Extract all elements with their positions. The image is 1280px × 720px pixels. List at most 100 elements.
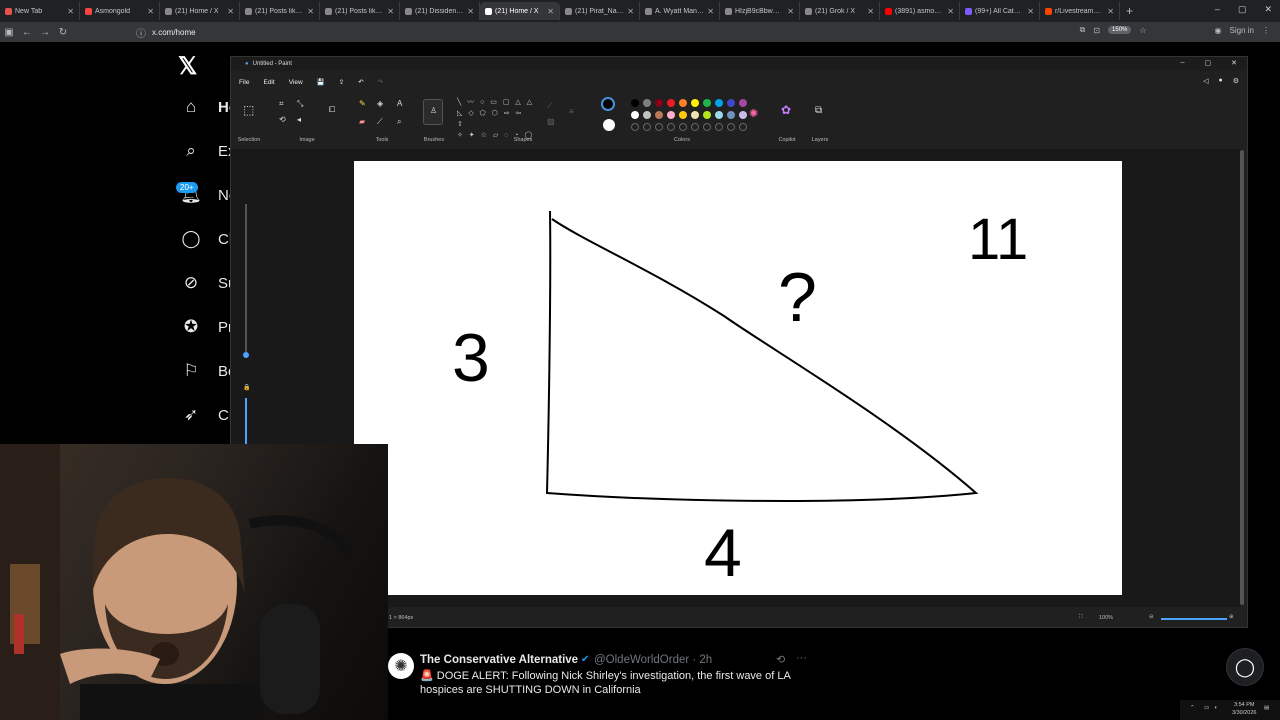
image-tools-icon[interactable]: ⧠ [329, 105, 335, 115]
layers-icon[interactable]: ⧉ [815, 105, 822, 116]
custom-color-slot[interactable] [643, 123, 651, 131]
network-icon[interactable]: ▭ [1204, 705, 1209, 711]
pencil-icon[interactable]: ✎ [359, 99, 366, 108]
tab-close-icon[interactable]: ✕ [67, 7, 74, 16]
browser-tab[interactable]: (99+) All Categorie✕ [960, 2, 1040, 20]
fit-icon[interactable]: ⛶ [1079, 614, 1083, 621]
custom-color-slot[interactable] [631, 123, 639, 131]
color-swatch[interactable] [715, 111, 723, 119]
custom-color-slot[interactable] [655, 123, 663, 131]
clock-date[interactable]: 3/30/2026 [1232, 710, 1256, 716]
color-swatch[interactable] [727, 111, 735, 119]
browser-tab[interactable]: (21) Posts liked by :✕ [240, 2, 320, 20]
menu-view[interactable]: View [289, 79, 303, 86]
text-icon[interactable]: A [397, 99, 402, 108]
color-picker-icon[interactable]: ⟋ [377, 117, 383, 127]
fill-icon[interactable]: ◈ [377, 99, 383, 108]
outline-icon[interactable]: ⟋ [547, 101, 553, 111]
color-swatch[interactable] [655, 99, 663, 107]
x-logo[interactable]: 𝕏 [178, 52, 197, 81]
tab-close-icon[interactable]: ✕ [1107, 7, 1114, 16]
maximize-icon[interactable]: ▢ [1238, 4, 1247, 15]
flip-icon[interactable]: ◂ [297, 115, 301, 124]
reload-icon[interactable]: ↻ [54, 27, 72, 38]
primary-color-swatch[interactable] [601, 97, 615, 111]
tab-close-icon[interactable]: ✕ [1027, 7, 1034, 16]
tray-chevron-icon[interactable]: ⌃ [1190, 705, 1195, 711]
custom-color-slot[interactable] [727, 123, 735, 131]
redo-icon[interactable]: ↷ [378, 78, 383, 86]
browser-tab[interactable]: Asmongold ✕ [80, 2, 160, 20]
account-icon[interactable]: ● [1218, 77, 1222, 85]
color-swatch[interactable] [679, 111, 687, 119]
clock-time[interactable]: 3:54 PM [1234, 702, 1254, 708]
save-icon[interactable]: 💾 [317, 78, 325, 86]
undo-icon[interactable]: ↶ [358, 78, 363, 86]
paint-close-icon[interactable]: ✕ [1231, 59, 1237, 67]
color-swatch[interactable] [691, 99, 699, 107]
tab-close-icon[interactable]: ✕ [707, 7, 714, 16]
shapes-gallery[interactable]: ╲ 〰 ○ ▭ ▢ △ △ ◺ ◇ ⬠ ⬡ ⇨ ⇦ ⇧ ✧ ✦ ☆ ▱ ◌ ◔ ◯ [457, 97, 535, 139]
color-swatch[interactable] [703, 99, 711, 107]
tab-close-icon[interactable]: ✕ [147, 7, 154, 16]
avatar[interactable]: ✺ [388, 653, 414, 679]
fill-style-icon[interactable]: ▨ [547, 117, 555, 126]
sign-in-button[interactable]: Sign in [1230, 26, 1254, 35]
tweet[interactable]: ✺ The Conservative Alternative ✔ @OldeWo… [388, 648, 818, 720]
custom-color-slot[interactable] [739, 123, 747, 131]
chat-fab-icon[interactable]: ◯ [1226, 648, 1264, 686]
zoom-out-icon[interactable]: ⊖ [1149, 614, 1154, 620]
menu-file[interactable]: File [239, 79, 249, 86]
browser-tab[interactable]: HIzjB9cBbwAAJTC✕ [720, 2, 800, 20]
tweet-author-name[interactable]: The Conservative Alternative [420, 654, 578, 666]
menu-edit[interactable]: Edit [263, 79, 274, 86]
tweet-more-icon[interactable]: ··· [796, 652, 807, 664]
browser-tab[interactable]: (21) Home / X ✕ [160, 2, 240, 20]
paint-maximize-icon[interactable]: ▢ [1205, 59, 1212, 67]
close-icon[interactable]: ✕ [1264, 4, 1272, 15]
site-info-icon[interactable]: ⓘ [132, 25, 150, 40]
browser-tab[interactable]: New Tab ✕ [0, 2, 80, 20]
star-icon[interactable]: ☆ [1139, 26, 1146, 35]
crop-icon[interactable]: ⌗ [279, 99, 284, 109]
custom-color-slot[interactable] [679, 123, 687, 131]
browser-tab[interactable]: (3891) asmongold✕ [880, 2, 960, 20]
install-icon[interactable]: ⧉ [1080, 25, 1086, 35]
zoom-in-icon[interactable]: ⊕ [1229, 614, 1234, 620]
resize-icon[interactable]: ⤡ [297, 99, 303, 109]
color-swatch[interactable] [727, 99, 735, 107]
tab-close-icon[interactable]: ✕ [467, 7, 474, 16]
color-swatch[interactable] [643, 111, 651, 119]
volume-icon[interactable]: ◖ [1214, 705, 1217, 711]
paint-minimize-icon[interactable]: – [1181, 59, 1185, 67]
browser-tab[interactable]: r/LivestreamFail ✕ [1040, 2, 1120, 20]
color-swatch[interactable] [631, 111, 639, 119]
color-swatch[interactable] [715, 99, 723, 107]
screenshot-icon[interactable]: ⊡ [1093, 26, 1100, 35]
zoom-slider[interactable] [1161, 618, 1227, 620]
back-icon[interactable]: ← [18, 27, 36, 38]
custom-color-slot[interactable] [715, 123, 723, 131]
grok-icon[interactable]: ⟲ [776, 653, 785, 666]
sidebar-toggle-icon[interactable]: ▣ [0, 27, 18, 38]
edit-colors-icon[interactable]: ✺ [749, 107, 758, 120]
custom-color-slot[interactable] [703, 123, 711, 131]
custom-color-slot[interactable] [691, 123, 699, 131]
color-swatch[interactable] [679, 99, 687, 107]
color-swatch[interactable] [739, 99, 747, 107]
minimize-icon[interactable]: – [1215, 4, 1220, 15]
color-swatch[interactable] [667, 99, 675, 107]
browser-tab[interactable]: A. Wyatt Mann on✕ [640, 2, 720, 20]
tab-close-icon[interactable]: ✕ [947, 7, 954, 16]
secondary-color-swatch[interactable] [603, 119, 615, 131]
notifications-icon[interactable]: ▤ [1264, 705, 1269, 711]
browser-tab[interactable]: (21) Dissident Soap✕ [400, 2, 480, 20]
share-icon[interactable]: ⇪ [339, 78, 344, 86]
tab-close-icon[interactable]: ✕ [627, 7, 634, 16]
canvas-scrollbar[interactable] [1240, 150, 1244, 605]
tab-close-icon[interactable]: ✕ [387, 7, 394, 16]
tab-close-icon[interactable]: ✕ [227, 7, 234, 16]
menu-icon[interactable]: ⋮ [1262, 26, 1270, 35]
feedback-icon[interactable]: ◁ [1203, 77, 1208, 85]
drawing-canvas[interactable]: 3 4 ? 11 [354, 161, 1122, 595]
